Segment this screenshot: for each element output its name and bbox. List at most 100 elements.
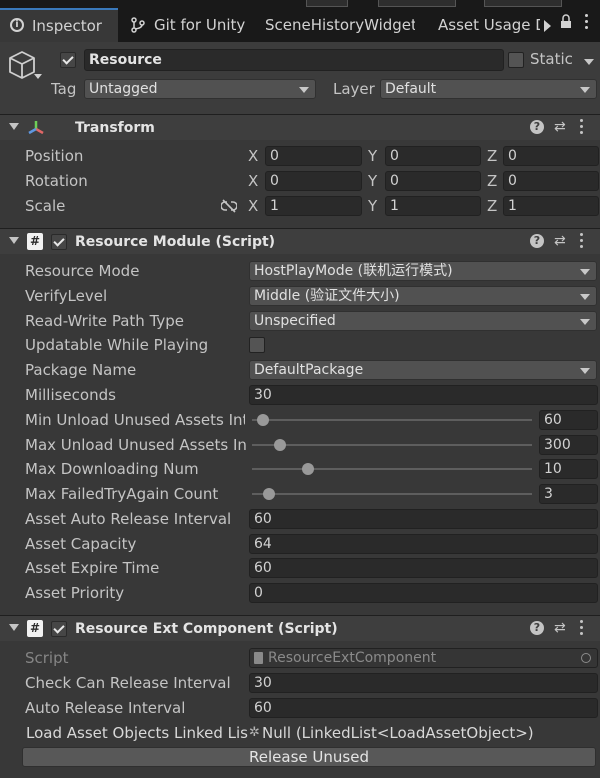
active-checkbox[interactable] [60, 52, 76, 68]
resource-module-enabled-checkbox[interactable] [51, 234, 67, 250]
scale-y-field[interactable]: 1 [385, 196, 481, 216]
auto-release-field[interactable]: 60 [249, 509, 598, 529]
link-broken-icon[interactable] [221, 199, 237, 213]
scale-z-field[interactable]: 1 [503, 196, 599, 216]
object-name-field[interactable]: Resource [84, 49, 504, 71]
gameobject-cube-icon[interactable] [8, 50, 36, 80]
slider-value-field[interactable]: 3 [539, 484, 598, 504]
max-downloading-slider-row: Max Downloading Num 10 [0, 459, 600, 479]
script-icon: # [27, 233, 43, 250]
release-unused-button[interactable]: Release Unused [22, 747, 596, 767]
axis-x-label: X [248, 147, 259, 165]
help-icon[interactable]: ? [530, 120, 544, 134]
help-icon[interactable]: ? [530, 234, 544, 248]
position-z-field[interactable]: 0 [503, 146, 599, 166]
slider-thumb[interactable] [302, 463, 314, 475]
slider-track[interactable] [252, 444, 532, 446]
preset-icon[interactable]: ⇄ [554, 119, 566, 135]
chevron-down-icon [580, 294, 590, 300]
slider-value-field[interactable]: 60 [539, 410, 598, 430]
milliseconds-field[interactable]: 30 [249, 385, 598, 405]
slider-value-field[interactable]: 300 [539, 435, 598, 455]
milliseconds-label: Milliseconds [25, 386, 116, 404]
axis-y-label: Y [368, 147, 378, 165]
resource-ext-header[interactable]: # Resource Ext Component (Script) ? ⇄ [0, 615, 600, 641]
rotation-x-field[interactable]: 0 [265, 171, 362, 191]
preset-icon[interactable]: ⇄ [554, 233, 566, 249]
rw-path-label: Read-Write Path Type [25, 312, 185, 330]
verify-level-dropdown[interactable]: Middle (验证文件大小) [249, 286, 597, 306]
tab-label: Inspector [32, 17, 102, 35]
tab-git-for-unity[interactable]: Git for Unity [130, 8, 248, 42]
asset-priority-field[interactable]: 0 [249, 583, 598, 603]
foldout-arrow-icon[interactable] [9, 624, 19, 631]
resource-ext-enabled-checkbox[interactable] [51, 621, 67, 637]
more-options-icon[interactable] [585, 14, 589, 29]
script-object-field: ResourceExtComponent [249, 648, 598, 668]
lock-icon[interactable] [560, 14, 572, 29]
chevron-down-icon [580, 87, 590, 93]
tag-value: Untagged [89, 81, 158, 97]
rotation-y-field[interactable]: 0 [385, 171, 481, 191]
resource-ext-body: Script ResourceExtComponent Check Can Re… [0, 641, 600, 778]
rotation-z-field[interactable]: 0 [503, 171, 599, 191]
scale-label: Scale [25, 197, 66, 215]
transform-header[interactable]: Transform ? ⇄ [0, 114, 600, 140]
slider-value-field[interactable]: 10 [539, 459, 598, 479]
axis-z-label: Z [487, 172, 498, 190]
component-menu-icon[interactable] [580, 233, 584, 251]
foldout-arrow-icon[interactable] [9, 123, 19, 130]
slider-thumb[interactable] [274, 439, 286, 451]
component-icons: ? ⇄ [530, 119, 592, 137]
axis-y-label: Y [368, 197, 378, 215]
layer-label: Layer [333, 80, 375, 98]
position-x-field[interactable]: 0 [265, 146, 362, 166]
object-picker-icon[interactable] [581, 653, 591, 663]
layer-value: Default [385, 81, 437, 97]
updatable-label: Updatable While Playing [25, 336, 209, 354]
resource-mode-dropdown[interactable]: HostPlayMode (联机运行模式) [249, 261, 597, 281]
slider-track[interactable] [252, 468, 532, 470]
tab-bar-edge [306, 0, 348, 7]
tab-inspector[interactable]: i Inspector [0, 8, 118, 44]
slider-track[interactable] [252, 493, 532, 495]
axis-x-label: X [248, 172, 259, 190]
layer-dropdown[interactable]: Default [380, 79, 597, 99]
check-release-field[interactable]: 30 [249, 673, 598, 693]
slider-thumb[interactable] [262, 488, 275, 500]
updatable-checkbox[interactable] [249, 337, 265, 353]
auto-release-interval-field[interactable]: 60 [249, 698, 598, 718]
axis-z-label: Z [487, 197, 498, 215]
check-release-label: Check Can Release Interval [25, 674, 231, 692]
resource-module-header[interactable]: # Resource Module (Script) ? ⇄ [0, 228, 600, 254]
resource-module-body: Resource Mode HostPlayMode (联机运行模式) Veri… [0, 254, 600, 614]
help-icon[interactable]: ? [530, 621, 544, 635]
asset-capacity-field[interactable]: 64 [249, 534, 598, 554]
script-file-icon [254, 652, 263, 664]
package-name-label: Package Name [25, 361, 137, 379]
component-menu-icon[interactable] [580, 119, 584, 137]
axis-z-label: Z [487, 147, 498, 165]
tab-label: Git for Unity [154, 16, 246, 34]
chevron-down-icon[interactable] [34, 74, 42, 79]
resource-module-title: Resource Module (Script) [75, 234, 276, 250]
component-menu-icon[interactable] [580, 620, 584, 638]
position-y-field[interactable]: 0 [385, 146, 481, 166]
foldout-arrow-icon[interactable] [9, 237, 19, 244]
slider-thumb[interactable] [257, 414, 270, 426]
tab-label: SceneHistoryWidget [265, 16, 415, 34]
asset-expire-field[interactable]: 60 [249, 558, 598, 578]
preset-icon[interactable]: ⇄ [554, 620, 566, 636]
tab-scene-history-widget[interactable]: SceneHistoryWidget [265, 8, 415, 42]
static-checkbox[interactable] [508, 52, 524, 68]
tab-scroll-right-icon[interactable] [544, 20, 551, 32]
rw-path-dropdown[interactable]: Unspecified [249, 311, 597, 331]
package-name-dropdown[interactable]: DefaultPackage [249, 360, 597, 380]
scale-x-field[interactable]: 1 [265, 196, 362, 216]
tag-dropdown[interactable]: Untagged [84, 79, 316, 99]
slider-track[interactable] [252, 419, 532, 421]
tab-bar: i Inspector Git for Unity SceneHistoryWi… [0, 0, 600, 44]
static-dropdown-icon[interactable] [584, 59, 594, 65]
position-label: Position [25, 147, 84, 165]
tab-asset-usage[interactable]: Asset Usage D [438, 8, 540, 42]
